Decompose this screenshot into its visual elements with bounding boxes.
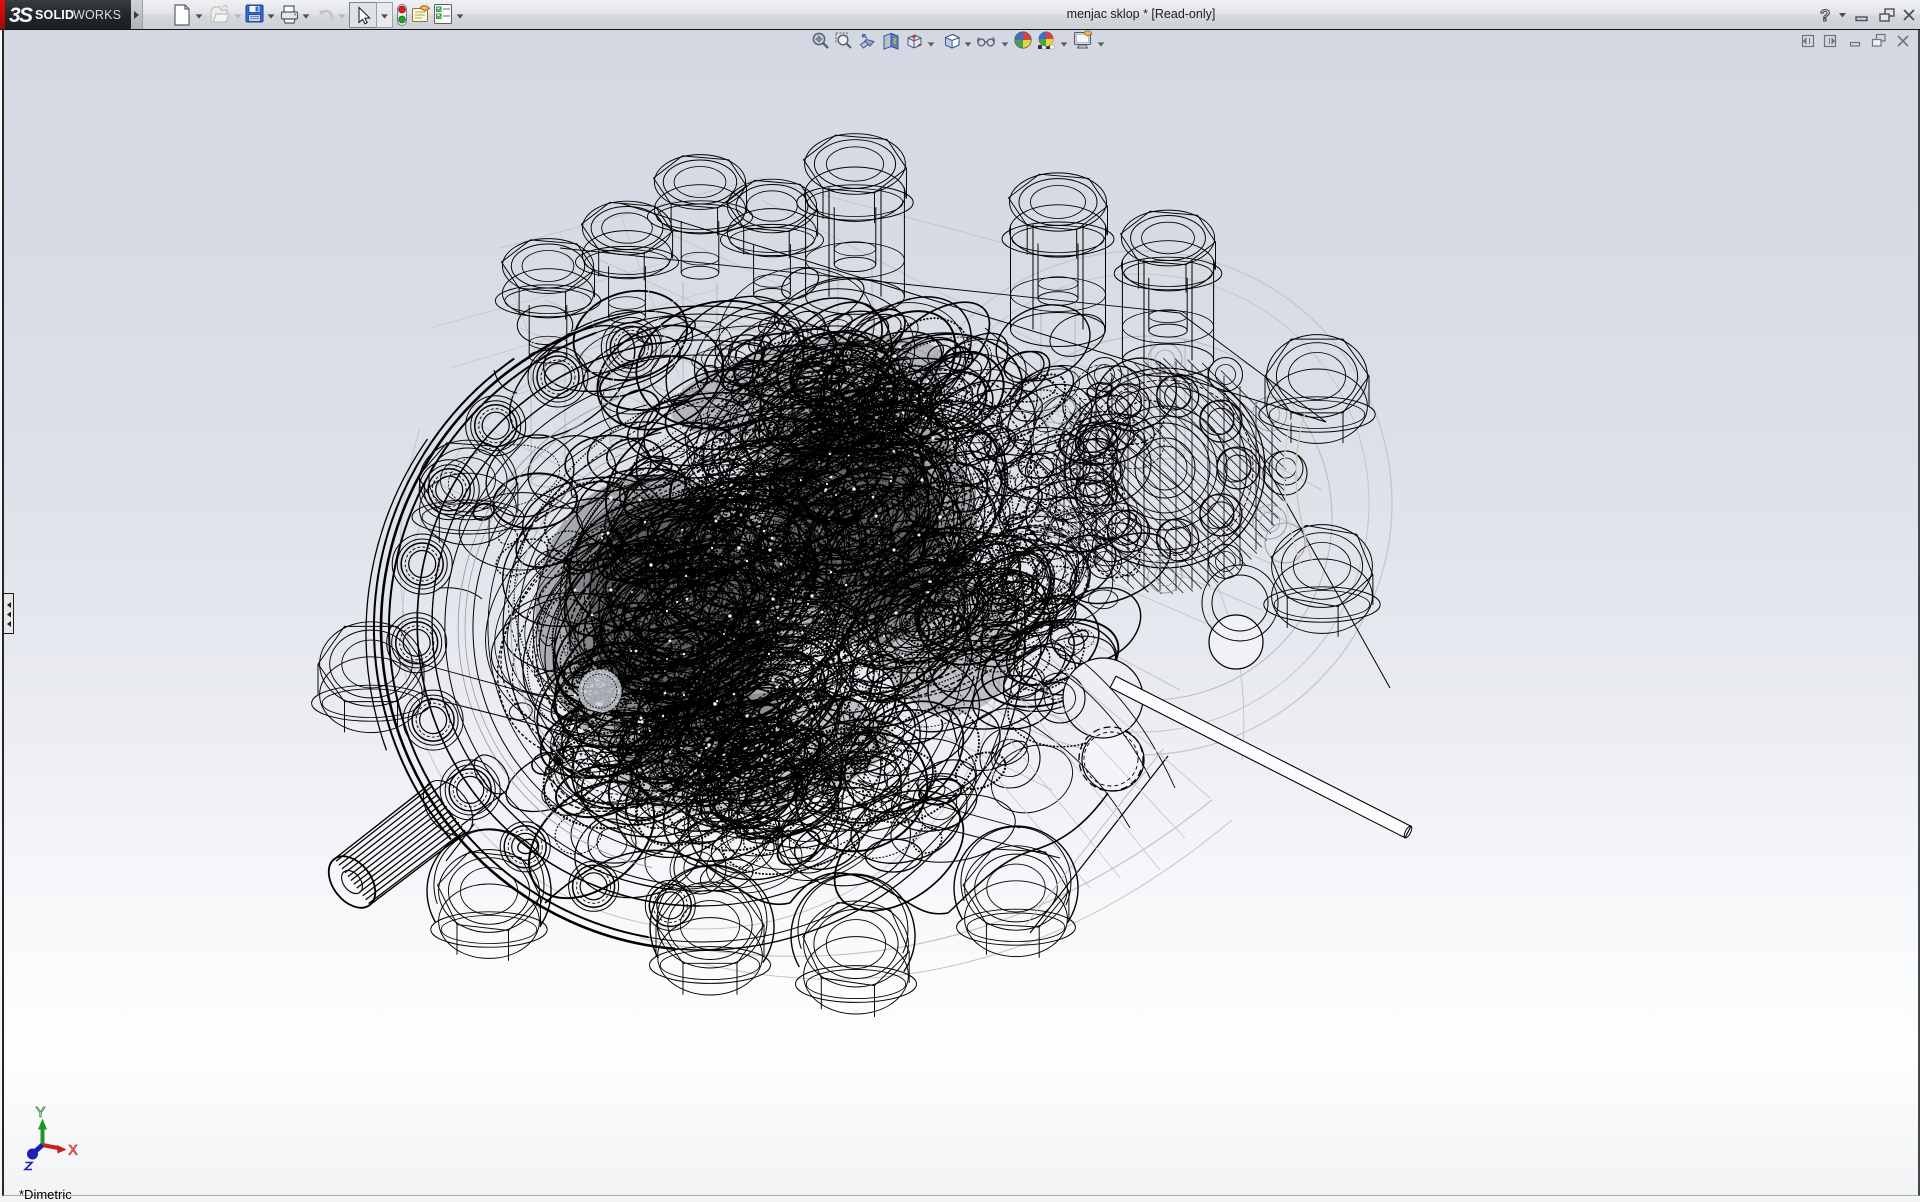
svg-text:Y: Y bbox=[36, 1104, 46, 1121]
svg-text:X: X bbox=[69, 1143, 78, 1158]
svg-text:?: ? bbox=[1820, 6, 1830, 25]
